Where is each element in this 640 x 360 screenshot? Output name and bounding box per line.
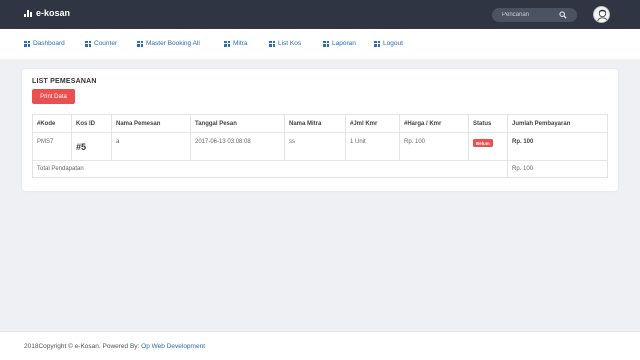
nav-label: List Kos [278,40,302,47]
nav-dashboard[interactable]: Dashboard [24,40,65,47]
cell-jumlah-pembayaran: Rp. 100 [507,132,608,161]
cell-kos-id: #5 [71,132,112,161]
nav-logout[interactable]: Logout [374,40,403,47]
nav-list-kos[interactable]: List Kos [269,40,301,47]
kos-id-value: #5 [76,142,87,152]
cell-status: Belum [468,132,508,161]
search-icon[interactable] [559,11,567,19]
nav-label: Dashboard [33,40,65,47]
grid-icon [323,40,329,47]
nav-label: Master Booking All [146,40,200,47]
nav-label: Laporan [332,40,356,47]
cell-nama-pemesan: a [111,132,191,161]
column-header[interactable]: Nama Mitra [284,114,346,133]
orders-table: #Kode Kos ID Nama Pemesan Tanggal Pesan … [32,114,608,178]
brand-name: e-kosan [36,8,71,18]
nav-mitra[interactable]: Mitra [224,40,247,47]
column-header[interactable]: #Harga / Kmr [399,114,469,133]
copyright-text: 2018Copyright © e-Kosan. Powered By: [24,343,140,350]
nav-label: Logout [383,40,403,47]
column-header[interactable]: Jumlah Pembayaran [507,114,608,133]
total-row: Total Pendapatan Rp. 100 [32,160,608,178]
column-header[interactable]: Kos ID [71,114,112,133]
footer-link[interactable]: Op Web Development [141,343,205,350]
user-avatar-icon [594,7,609,22]
cell-nama-mitra: ss [284,132,346,161]
column-header[interactable]: #Kode [32,114,72,133]
nav-label: Counter [94,40,118,47]
search-input[interactable] [502,8,562,22]
cell-tanggal-pesan: 2017-06-13 03:08:08 [190,132,285,161]
print-data-button[interactable]: Print Data [32,89,75,104]
bar-chart-icon [24,9,32,17]
brand[interactable]: e-kosan [24,8,70,18]
top-bar: e-kosan [0,0,640,29]
nav-counter[interactable]: Counter [85,40,117,47]
column-header[interactable]: #Jml Kmr [345,114,400,133]
nav-master-booking-all[interactable]: Master Booking All [137,40,200,47]
grid-icon [24,40,30,47]
nav-label: Mitra [233,40,248,47]
column-header[interactable]: Status [468,114,508,133]
footer-text: 2018Copyright © e-Kosan. Powered By: Op … [24,343,205,350]
cell-harga: Rp. 100 [399,132,469,161]
column-header[interactable]: Tanggal Pesan [190,114,285,133]
grid-icon [374,40,380,47]
grid-icon [85,40,91,47]
panel-title: LIST PEMESANAN [32,78,97,85]
table-header-row: #Kode Kos ID Nama Pemesan Tanggal Pesan … [32,114,608,133]
cell-kode: PMS7 [32,132,72,161]
column-header[interactable]: Nama Pemesan [111,114,191,133]
total-value: Rp. 100 [507,160,608,178]
search-box [492,8,577,22]
cell-jml-kmr: 1 Unit [345,132,400,161]
grid-icon [137,40,143,47]
nav-laporan[interactable]: Laporan [323,40,356,47]
status-badge: Belum [473,139,493,147]
total-label: Total Pendapatan [32,160,508,178]
avatar[interactable] [593,6,610,23]
main-nav: Dashboard Counter Master Booking All Mit… [0,29,640,59]
orders-panel: LIST PEMESANAN Print Data #Kode Kos ID N… [22,69,618,191]
grid-icon [224,40,230,47]
table-row[interactable]: PMS7 #5 a 2017-06-13 03:08:08 ss 1 Unit … [32,132,608,161]
footer: 2018Copyright © e-Kosan. Powered By: Op … [0,331,640,360]
grid-icon [269,40,275,47]
